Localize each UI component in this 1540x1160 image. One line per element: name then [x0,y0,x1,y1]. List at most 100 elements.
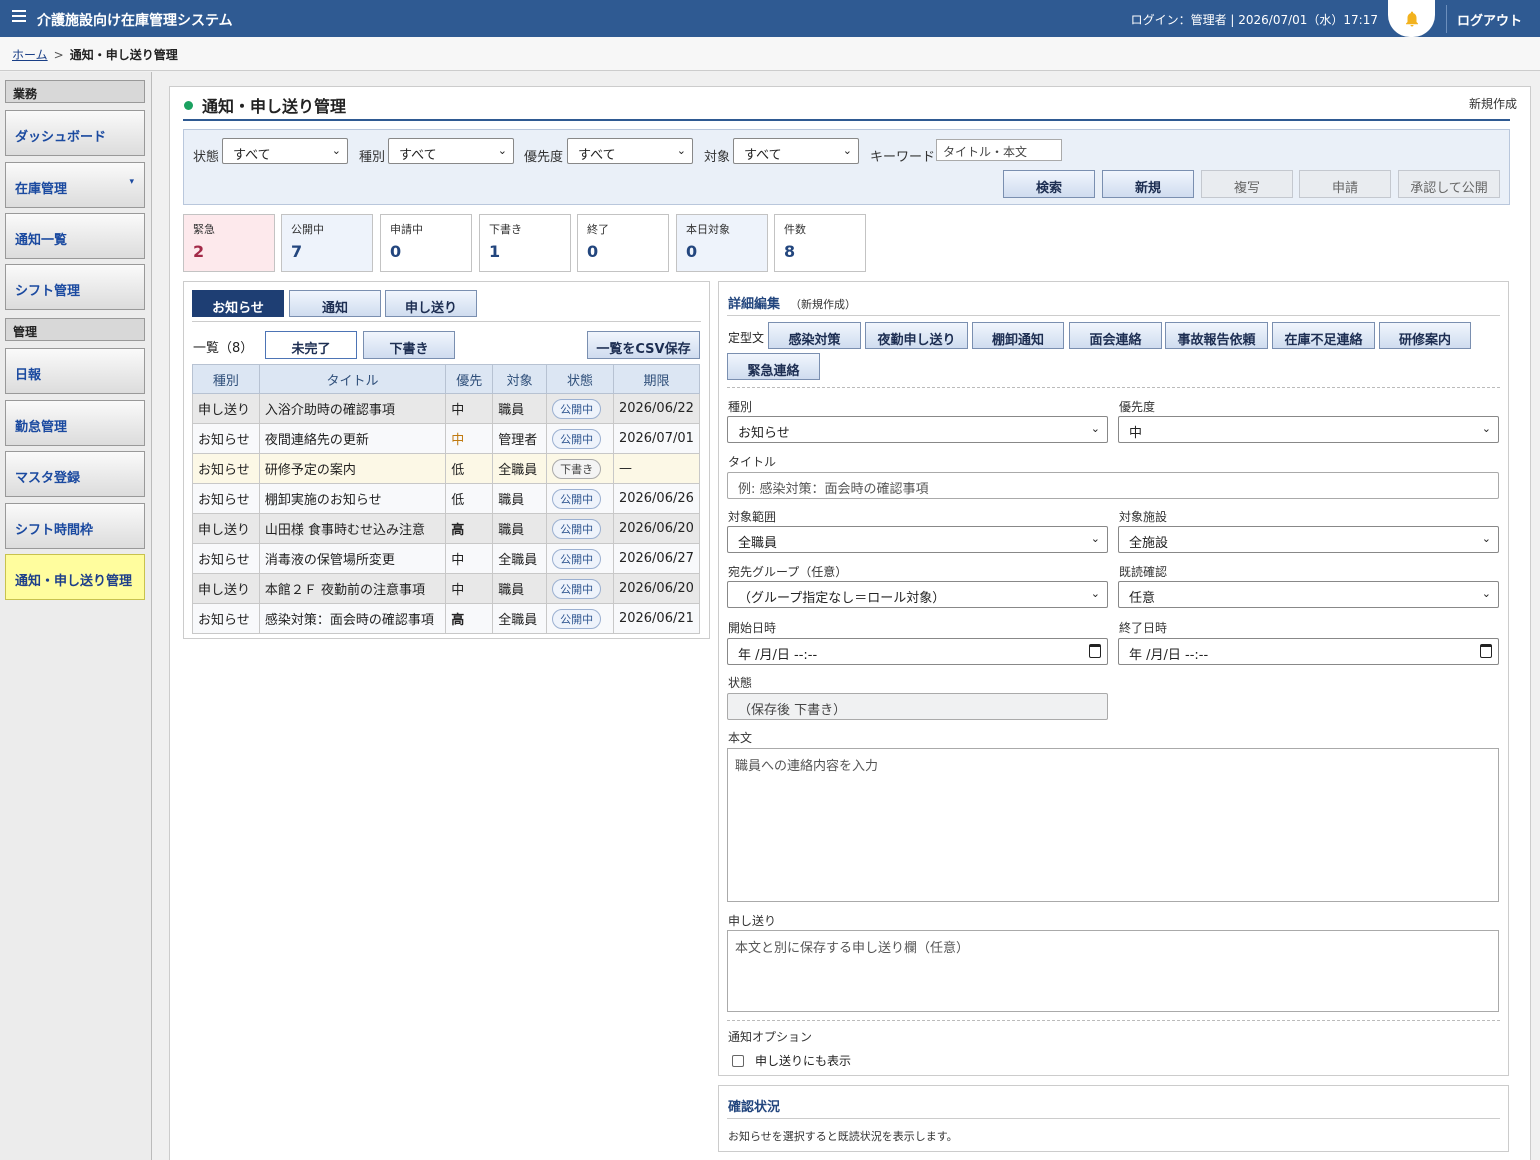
filter-bar: 状態 すべて ⌄ 種別 すべて ⌄ 優先度 すべて ⌄ 対象 すべて ⌄ キーワード タ… [183,129,1510,205]
tab-tsuchi[interactable]: 通知 [289,290,381,317]
sidebar-item-master[interactable]: マスタ登録 [5,451,145,497]
body-label: 本文 [728,731,753,745]
table-row[interactable]: 申し送り 本館２Ｆ 夜勤前の注意事項 中 職員 公開中 2026/06/20 [192,573,701,604]
cell-due: 2026/06/20 [612,573,701,604]
sidebar-item-inventory[interactable]: 在庫管理 ▾ [5,162,145,208]
cell-title: 本館２Ｆ 夜勤前の注意事項 [258,573,447,604]
cell-type: 申し送り [192,573,260,604]
sidebar-item-dashboard[interactable]: ダッシュボード [5,110,145,156]
template-button-stock-shortage[interactable]: 在庫不足連絡 [1272,322,1375,349]
state-readonly-field: （保存後 下書き） [727,693,1108,720]
new-button[interactable]: 新規 [1102,170,1194,198]
table-row[interactable]: お知らせ 夜間連絡先の更新 中 管理者 公開中 2026/07/01 [192,423,701,454]
table-row[interactable]: お知らせ 研修予定の案内 低 全職員 下書き — [192,453,701,484]
body-textarea[interactable]: 職員への連絡内容を入力 [727,748,1499,902]
sidebar-item-label: 通知・申し送り管理 [15,574,133,589]
facility-select[interactable]: 全施設 ⌄ [1118,526,1499,553]
summary-card-value: 0 [686,242,698,261]
type-select[interactable]: お知らせ ⌄ [727,416,1108,443]
group-select[interactable]: （グループ指定なし＝ロール対象） ⌄ [727,581,1108,608]
filter-draft-button[interactable]: 下書き [363,331,455,359]
filter-type-select[interactable]: すべて ⌄ [388,138,514,164]
calendar-icon[interactable] [1089,644,1101,658]
type-value: お知らせ [738,426,790,441]
template-button-night-handover[interactable]: 夜勤申し送り [865,322,968,349]
breadcrumb-current: 通知・申し送り管理 [69,48,178,62]
read-confirm-select[interactable]: 任意 ⌄ [1118,581,1499,608]
logout-button[interactable]: ログアウト [1457,10,1522,29]
filter-type-label: 種別 [359,150,386,165]
template-button-training[interactable]: 研修案内 [1379,322,1471,349]
table-row[interactable]: 申し送り 山田様 食事時むせ込み注意 高 職員 公開中 2026/06/20 [192,513,701,544]
summary-card-value: 0 [390,242,402,261]
sidebar-item-notice-handover[interactable]: 通知・申し送り管理 [5,554,145,600]
calendar-icon[interactable] [1480,644,1492,658]
filter-target-select[interactable]: すべて ⌄ [733,138,859,164]
table-row[interactable]: 申し送り 入浴介助時の確認事項 中 職員 公開中 2026/06/22 [192,393,701,424]
title-label: タイトル [728,455,777,469]
filter-incomplete-button[interactable]: 未完了 [265,331,357,359]
chevron-down-icon: ▾ [129,177,134,187]
sidebar-item-daily-report[interactable]: 日報 [5,348,145,394]
cell-target: 全職員 [492,453,548,484]
breadcrumb-home-link[interactable]: ホーム [12,48,48,62]
start-label: 開始日時 [728,621,777,635]
list-panel: お知らせ 通知 申し送り 一覧（8） 未完了 下書き 一覧をCSV保存 種別 タ… [183,281,710,639]
cell-status: 下書き [546,453,614,484]
summary-card-value: 8 [784,242,796,261]
cell-priority: 中 [445,393,494,424]
sidebar-item-shift-slots[interactable]: シフト時間枠 [5,503,145,549]
sidebar-item-label: シフト管理 [15,284,81,299]
template-divider [727,387,1500,388]
summary-card-value: 1 [489,242,501,261]
title-input[interactable]: 例: 感染対策：面会時の確認事項 [727,472,1499,499]
sidebar-item-label: ダッシュボード [15,130,107,145]
priority-value: 中 [1129,426,1143,441]
template-button-infection[interactable]: 感染対策 [768,322,861,349]
end-datetime-input[interactable]: 年 /月/日 --:-- [1118,638,1499,665]
filter-status-select[interactable]: すべて ⌄ [222,138,348,164]
sidebar-item-notifications[interactable]: 通知一覧 [5,213,145,259]
option-handover-row[interactable]: 申し送りにも表示 [732,1052,851,1069]
summary-card-label: 本日対象 [686,223,730,236]
start-datetime-input[interactable]: 年 /月/日 --:-- [727,638,1108,665]
filter-priority-label: 優先度 [524,150,564,165]
chevron-down-icon: ⌄ [331,144,341,157]
keyword-input[interactable]: タイトル・本文 [936,139,1062,161]
template-button-stocktake[interactable]: 棚卸通知 [972,322,1064,349]
filter-priority-select[interactable]: すべて ⌄ [567,138,693,164]
new-create-link[interactable]: 新規作成 [1469,95,1517,112]
cell-due: 2026/06/27 [612,543,701,574]
cell-priority: 中 [445,573,494,604]
options-label: 通知オプション [728,1030,813,1044]
sidebar-item-attendance[interactable]: 勤怠管理 [5,400,145,446]
option-handover-checkbox[interactable] [732,1054,744,1067]
sidebar-group-admin: 管理 [5,318,145,341]
csv-export-button[interactable]: 一覧をCSV保存 [587,331,700,359]
sidebar-item-shift[interactable]: シフト管理 [5,264,145,310]
notification-bell-button[interactable] [1388,0,1435,37]
tab-moushiokuri[interactable]: 申し送り [385,290,477,317]
priority-select[interactable]: 中 ⌄ [1118,416,1499,443]
template-button-emergency[interactable]: 緊急連絡 [727,353,820,380]
tab-oshirase[interactable]: お知らせ [192,290,284,317]
facility-label: 対象施設 [1119,510,1168,524]
hamburger-menu-icon[interactable] [12,10,26,24]
priority-label: 優先度 [1119,400,1156,414]
apply-button[interactable]: 申請 [1299,170,1391,198]
copy-button[interactable]: 複写 [1201,170,1293,198]
template-button-visit[interactable]: 面会連絡 [1069,322,1162,349]
summary-card-value: 7 [291,242,303,261]
table-row[interactable]: お知らせ 棚卸実施のお知らせ 低 職員 公開中 2026/06/26 [192,483,701,514]
scope-select[interactable]: 全職員 ⌄ [727,526,1108,553]
cell-target: 職員 [492,573,548,604]
search-button[interactable]: 検索 [1003,170,1095,198]
cell-target: 全職員 [492,543,548,574]
table-row[interactable]: お知らせ 消毒液の保管場所変更 中 全職員 公開中 2026/06/27 [192,543,701,574]
handover-textarea[interactable]: 本文と別に保存する申し送り欄（任意） [727,930,1499,1012]
sidebar: 業務 ダッシュボード 在庫管理 ▾ 通知一覧 シフト管理 管理 日報 勤怠管理 マ… [0,72,152,1160]
template-button-incident[interactable]: 事故報告依頼 [1165,322,1268,349]
table-row[interactable]: お知らせ 感染対策：面会時の確認事項 高 全職員 公開中 2026/06/21 [192,603,701,634]
approve-publish-button[interactable]: 承認して公開 [1398,170,1500,198]
cell-target: 管理者 [492,423,548,454]
